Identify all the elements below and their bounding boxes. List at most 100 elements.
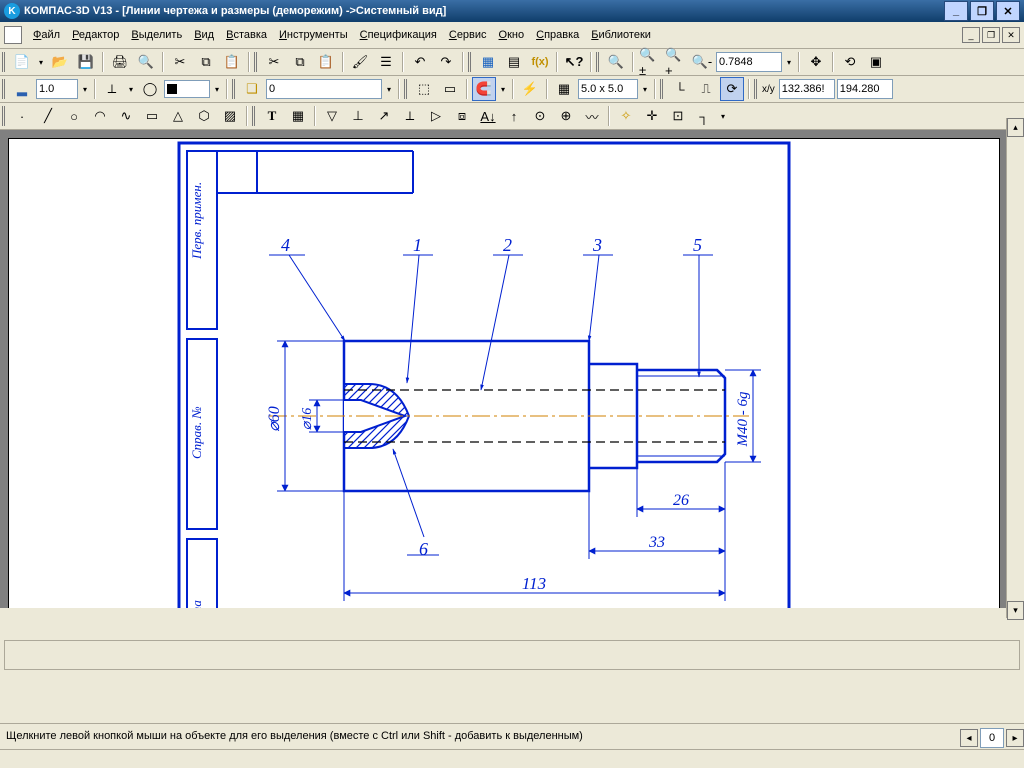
leader-icon[interactable]: ↗ <box>372 104 396 128</box>
magnet-icon[interactable]: 🧲 <box>472 77 496 101</box>
hatch-icon[interactable]: ▨ <box>218 104 242 128</box>
scroll-up-icon[interactable]: ▴ <box>1007 118 1024 137</box>
cut-icon[interactable]: ✂ <box>168 50 192 74</box>
pan-icon[interactable]: ✥ <box>804 50 828 74</box>
section-icon[interactable]: A↓ <box>476 104 500 128</box>
paste2-icon[interactable]: 📋 <box>314 50 338 74</box>
line-width-input[interactable] <box>36 79 78 99</box>
snap-dd[interactable]: ▾ <box>498 78 508 100</box>
cut2-icon[interactable]: ✂ <box>262 50 286 74</box>
scroll-right-icon[interactable]: ▸ <box>1006 729 1024 747</box>
spec-icon[interactable]: ▦ <box>476 50 500 74</box>
zoom-prev-icon[interactable]: ⟲ <box>838 50 862 74</box>
auto-icon[interactable]: ✧ <box>614 104 638 128</box>
undo-icon[interactable]: ↶ <box>408 50 432 74</box>
hex-icon[interactable]: ⬡ <box>192 104 216 128</box>
menu-service[interactable]: Сервис <box>444 27 492 43</box>
tol-icon[interactable]: ⧈ <box>450 104 474 128</box>
grid-input[interactable] <box>578 79 638 99</box>
zoom-in-icon[interactable]: 🔍+ <box>664 50 688 74</box>
point-icon[interactable]: · <box>10 104 34 128</box>
brush-icon[interactable]: 🖌 <box>348 50 372 74</box>
menu-view[interactable]: Вид <box>189 27 219 43</box>
tool-b-icon[interactable]: ▭ <box>438 77 462 101</box>
grid-dd[interactable]: ▾ <box>640 78 650 100</box>
color-swatch[interactable] <box>164 80 210 98</box>
circle-icon[interactable]: ◯ <box>138 77 162 101</box>
mark1-icon[interactable]: ⟂ <box>398 104 422 128</box>
coord-x[interactable] <box>779 79 835 99</box>
rect-icon[interactable]: ▭ <box>140 104 164 128</box>
track-icon[interactable]: ⎍ <box>694 77 718 101</box>
zoom-input[interactable] <box>716 52 782 72</box>
scroll-down-icon[interactable]: ▾ <box>1007 601 1024 620</box>
arrow-icon[interactable]: ↑ <box>502 104 526 128</box>
pos-icon[interactable]: ⊙ <box>528 104 552 128</box>
zoom-out-icon[interactable]: 🔍- <box>690 50 714 74</box>
menu-window[interactable]: Окно <box>494 27 530 43</box>
tool-a-icon[interactable]: ⬚ <box>412 77 436 101</box>
zoom-window-icon[interactable]: 🔍 <box>604 50 628 74</box>
round-icon[interactable]: ⟳ <box>720 77 744 101</box>
menu-editor[interactable]: Редактор <box>67 27 124 43</box>
arc-icon[interactable]: ◠ <box>88 104 112 128</box>
minimize-button[interactable]: _ <box>944 1 968 21</box>
menu-spec[interactable]: Спецификация <box>355 27 442 43</box>
copy-icon[interactable]: ⧉ <box>194 50 218 74</box>
preview-icon[interactable]: 🔍 <box>134 50 158 74</box>
whatsthis-icon[interactable]: ↖? <box>562 50 586 74</box>
status-spin[interactable] <box>980 728 1004 748</box>
layers-icon[interactable]: ❑ <box>240 77 264 101</box>
text-icon[interactable]: T <box>260 104 284 128</box>
props-icon[interactable]: ☰ <box>374 50 398 74</box>
table-icon[interactable]: ▦ <box>286 104 310 128</box>
layer-dd[interactable]: ▾ <box>384 78 394 100</box>
menu-insert[interactable]: Вставка <box>221 27 272 43</box>
zoom-dd[interactable]: ▾ <box>784 51 794 73</box>
menu-help[interactable]: Справка <box>531 27 584 43</box>
misc2-dd[interactable]: ▾ <box>718 105 728 127</box>
line-icon[interactable]: ╱ <box>36 104 60 128</box>
misc2-icon[interactable]: ┐ <box>692 104 716 128</box>
mgr-icon[interactable]: ▤ <box>502 50 526 74</box>
mdi-minimize[interactable]: _ <box>962 27 980 43</box>
new-dd[interactable]: ▾ <box>36 51 46 73</box>
bolt-icon[interactable]: ⚡ <box>518 77 542 101</box>
copy2-icon[interactable]: ⧉ <box>288 50 312 74</box>
layer-input[interactable] <box>266 79 382 99</box>
rough-icon[interactable]: ▽ <box>320 104 344 128</box>
center-icon[interactable]: ⊕ <box>554 104 578 128</box>
grid-icon[interactable]: ▦ <box>552 77 576 101</box>
base-icon[interactable]: ⊥ <box>346 104 370 128</box>
vars-icon[interactable]: f(x) <box>528 50 552 74</box>
mdi-restore[interactable]: ❐ <box>982 27 1000 43</box>
zoom-dyn-icon[interactable]: 🔍± <box>638 50 662 74</box>
linecap-icon[interactable]: ⟂ <box>100 77 124 101</box>
property-bar[interactable] <box>4 640 1020 670</box>
ortho-icon[interactable]: └ <box>668 77 692 101</box>
circle2-icon[interactable]: ○ <box>62 104 86 128</box>
paste-icon[interactable]: 📋 <box>220 50 244 74</box>
scroll-left-icon[interactable]: ◂ <box>960 729 978 747</box>
tri-icon[interactable]: △ <box>166 104 190 128</box>
open-icon[interactable]: 📂 <box>48 50 72 74</box>
mark2-icon[interactable]: ▷ <box>424 104 448 128</box>
close-button[interactable]: ✕ <box>996 1 1020 21</box>
new-icon[interactable]: 📄 <box>10 50 34 74</box>
coord-y[interactable] <box>837 79 893 99</box>
menu-libraries[interactable]: Библиотеки <box>586 27 656 43</box>
save-icon[interactable]: 💾 <box>74 50 98 74</box>
axis-icon[interactable]: ✛ <box>640 104 664 128</box>
misc1-icon[interactable]: ⊡ <box>666 104 690 128</box>
lw-dd[interactable]: ▾ <box>80 78 90 100</box>
linestyle-icon[interactable]: ▂ <box>10 77 34 101</box>
zoom-all-icon[interactable]: ▣ <box>864 50 888 74</box>
redo-icon[interactable]: ↷ <box>434 50 458 74</box>
restore-button[interactable]: ❐ <box>970 1 994 21</box>
curve-icon[interactable]: ∿ <box>114 104 138 128</box>
wave-icon[interactable]: 〰 <box>580 104 604 128</box>
menu-file[interactable]: Файл <box>28 27 65 43</box>
menu-select[interactable]: Выделить <box>126 27 187 43</box>
menu-tools[interactable]: Инструменты <box>274 27 353 43</box>
lc-dd[interactable]: ▾ <box>126 78 136 100</box>
